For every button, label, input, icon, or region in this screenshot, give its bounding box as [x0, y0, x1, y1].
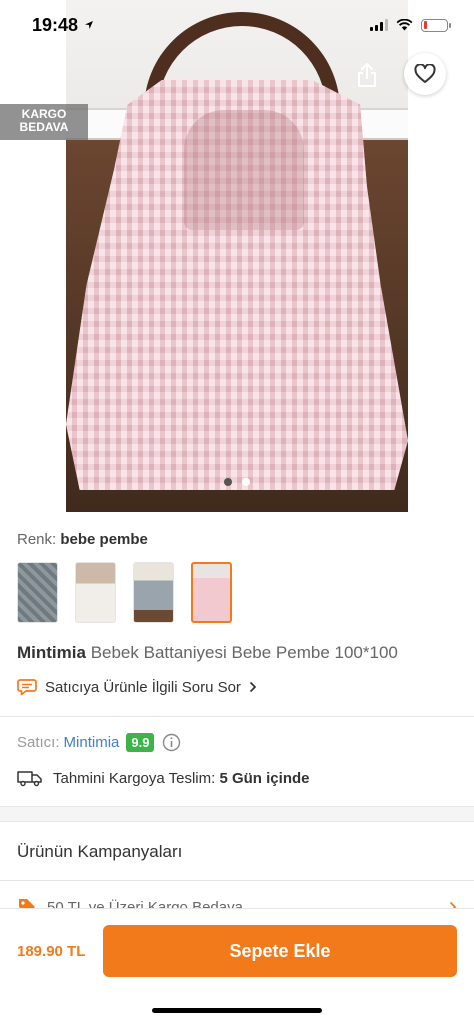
- add-to-cart-bar: 189.90 TL Sepete Ekle: [0, 908, 474, 1024]
- delivery-estimate: Tahmini Kargoya Teslim: 5 Gün içinde: [17, 769, 309, 787]
- product-image-carousel[interactable]: [0, 0, 474, 512]
- free-shipping-badge: KARGO BEDAVA: [0, 104, 88, 140]
- product-name: Bebek Battaniyesi Bebe Pembe 100*100: [90, 643, 398, 662]
- color-variants: [17, 562, 232, 623]
- product-title: Mintimia Bebek Battaniyesi Bebe Pembe 10…: [17, 643, 398, 663]
- seller-score-badge: 9.9: [126, 733, 155, 752]
- share-button[interactable]: [350, 58, 384, 92]
- home-indicator[interactable]: [152, 1008, 322, 1013]
- seller-label: Satıcı:: [17, 734, 60, 751]
- color-selection-label: Renk: bebe pembe: [17, 531, 148, 548]
- seller-info: Satıcı: Mintimia 9.9: [17, 733, 181, 752]
- signal-icon: [370, 19, 388, 31]
- location-arrow-icon: [85, 21, 94, 29]
- seller-name-link[interactable]: Mintimia: [64, 734, 120, 751]
- delivery-value: 5 Gün içinde: [219, 769, 310, 787]
- delivery-label: Tahmini Kargoya Teslim:: [53, 769, 216, 787]
- chat-bubble-icon: [17, 679, 37, 696]
- ask-seller-label: Satıcıya Ürünle İlgili Soru Sor: [45, 678, 241, 696]
- divider: [0, 880, 474, 881]
- chevron-right-icon: [249, 681, 257, 693]
- wifi-icon: [396, 19, 413, 31]
- variant-thumbnail[interactable]: [75, 562, 116, 623]
- battery-icon: [421, 18, 451, 32]
- share-icon: [358, 63, 376, 87]
- heart-icon: [414, 64, 436, 83]
- back-arrow-icon: [36, 66, 61, 86]
- campaigns-title: Ürünün Kampanyaları: [17, 842, 183, 861]
- status-bar: 19:48: [0, 0, 474, 50]
- back-button[interactable]: [28, 60, 68, 92]
- carousel-dots: [0, 478, 474, 486]
- divider: [0, 716, 474, 717]
- variant-thumbnail-selected[interactable]: [191, 562, 232, 623]
- favorite-button[interactable]: [404, 53, 446, 95]
- price: 189.90 TL: [17, 943, 86, 960]
- info-icon[interactable]: [162, 733, 181, 752]
- section-separator: [0, 806, 474, 822]
- add-to-cart-button[interactable]: Sepete Ekle: [103, 925, 457, 977]
- product-brand[interactable]: Mintimia: [17, 643, 86, 662]
- truck-icon: [17, 771, 42, 787]
- variant-thumbnail[interactable]: [17, 562, 58, 623]
- variant-thumbnail[interactable]: [133, 562, 174, 623]
- ask-seller-link[interactable]: Satıcıya Ürünle İlgili Soru Sor: [17, 678, 257, 696]
- carousel-dot-active[interactable]: [242, 478, 250, 486]
- status-time: 19:48: [32, 14, 79, 35]
- carousel-dot[interactable]: [224, 478, 232, 486]
